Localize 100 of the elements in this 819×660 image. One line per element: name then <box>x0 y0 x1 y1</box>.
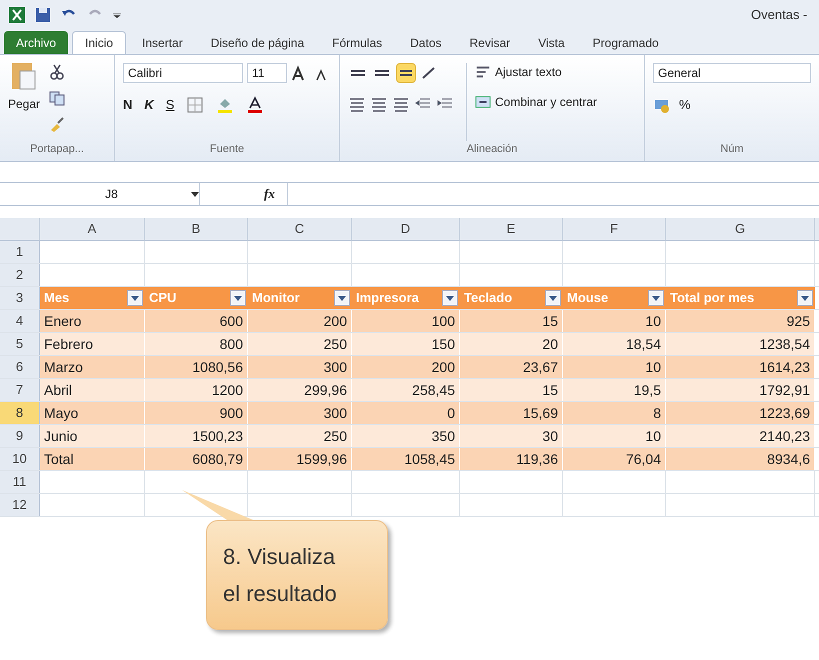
dropdown-caret-icon[interactable] <box>190 189 200 199</box>
table-cell: 200 <box>352 356 460 378</box>
table-cell: 299,96 <box>248 379 352 401</box>
ribbon-tab[interactable]: Inicio <box>72 31 126 54</box>
filter-dropdown-icon[interactable] <box>230 290 246 306</box>
table-cell: 200 <box>248 310 352 332</box>
merge-center-button[interactable]: Combinar y centrar <box>475 93 598 111</box>
ribbon-tab[interactable]: Vista <box>526 31 577 54</box>
wrap-text-icon <box>475 64 491 80</box>
ribbon-tab[interactable]: Datos <box>398 31 454 54</box>
table-cell: Total <box>40 448 145 470</box>
font-color-icon[interactable] <box>246 96 264 114</box>
column-header[interactable]: A <box>40 218 145 240</box>
ribbon-tab[interactable]: Programado <box>580 31 671 54</box>
filter-dropdown-icon[interactable] <box>797 290 813 306</box>
table-cell: 10 <box>563 356 666 378</box>
borders-icon[interactable] <box>186 96 204 114</box>
table-cell: Abril <box>40 379 145 401</box>
callout-text: 8. Visualiza <box>223 543 336 571</box>
file-tab[interactable]: Archivo <box>4 31 68 54</box>
table-cell: 8934,6 <box>666 448 815 470</box>
group-label: Portapap... <box>29 142 85 156</box>
group-label: Núm <box>719 142 745 156</box>
table-cell: 1058,45 <box>352 448 460 470</box>
row-header[interactable]: 9 <box>0 425 40 447</box>
column-header[interactable]: D <box>352 218 460 240</box>
row-header[interactable]: 7 <box>0 379 40 401</box>
row-header[interactable]: 11 <box>0 471 40 493</box>
font-size-field[interactable]: 11 <box>247 63 287 83</box>
column-header[interactable]: B <box>145 218 248 240</box>
row-header[interactable]: 2 <box>0 264 40 286</box>
table-cell: 800 <box>145 333 248 355</box>
wrap-text-button[interactable]: Ajustar texto <box>475 63 598 81</box>
italic-button[interactable]: K <box>144 95 154 114</box>
column-header[interactable]: C <box>248 218 352 240</box>
table-cell: 1500,23 <box>145 425 248 447</box>
row-header[interactable]: 10 <box>0 448 40 470</box>
spreadsheet-app-icon[interactable] <box>8 6 26 24</box>
table-cell: 1238,54 <box>666 333 815 355</box>
row-header[interactable]: 3 <box>0 287 40 309</box>
table-header-cell: Mes <box>40 287 145 309</box>
table-cell: 1599,96 <box>248 448 352 470</box>
number-format-field[interactable]: General <box>653 63 811 83</box>
column-header[interactable]: G <box>666 218 815 240</box>
ribbon-tab[interactable]: Revisar <box>458 31 522 54</box>
table-cell: 600 <box>145 310 248 332</box>
table-cell: 150 <box>352 333 460 355</box>
table-cell: 1614,23 <box>666 356 815 378</box>
filter-dropdown-icon[interactable] <box>334 290 350 306</box>
table-cell: 15,69 <box>460 402 563 424</box>
merge-cells-icon <box>475 94 491 110</box>
table-cell: Mayo <box>40 402 145 424</box>
table-cell: 23,67 <box>460 356 563 378</box>
vertical-align-button[interactable] <box>396 63 416 83</box>
table-cell: 10 <box>563 310 666 332</box>
table-cell: 925 <box>666 310 815 332</box>
column-header[interactable]: E <box>460 218 563 240</box>
callout-text: el resultado <box>223 580 338 608</box>
column-header[interactable]: F <box>563 218 666 240</box>
table-cell: 20 <box>460 333 563 355</box>
save-icon[interactable] <box>34 6 52 24</box>
table-header-cell: Teclado <box>460 287 563 309</box>
table-cell: 19,5 <box>563 379 666 401</box>
row-header[interactable]: 6 <box>0 356 40 378</box>
group-label: Alineación <box>466 142 518 156</box>
row-header[interactable]: 12 <box>0 494 40 516</box>
bold-button[interactable]: N <box>123 95 132 114</box>
row-header[interactable]: 5 <box>0 333 40 355</box>
table-header-cell: Impresora <box>352 287 460 309</box>
scissors-icon[interactable] <box>48 63 66 81</box>
table-cell: 1223,69 <box>666 402 815 424</box>
filter-dropdown-icon[interactable] <box>127 290 143 306</box>
table-cell: Febrero <box>40 333 145 355</box>
table-cell: 900 <box>145 402 248 424</box>
filter-dropdown-icon[interactable] <box>442 290 458 306</box>
table-cell: 15 <box>460 379 563 401</box>
table-cell: 30 <box>460 425 563 447</box>
window-title: Oventas - <box>751 6 808 24</box>
table-cell: 1792,91 <box>666 379 815 401</box>
ribbon-tab[interactable]: Insertar <box>130 31 195 54</box>
row-header[interactable]: 8 <box>0 402 40 424</box>
font-name-field[interactable]: Calibri <box>123 63 243 83</box>
row-header[interactable]: 1 <box>0 241 40 263</box>
table-cell: 76,04 <box>563 448 666 470</box>
table-cell: 100 <box>352 310 460 332</box>
function-button[interactable]: fx <box>264 184 287 204</box>
percent-button[interactable]: % <box>679 95 691 114</box>
table-cell: 10 <box>563 425 666 447</box>
table-cell: 18,54 <box>563 333 666 355</box>
paste-button[interactable]: Pegar <box>8 59 40 140</box>
filter-dropdown-icon[interactable] <box>545 290 561 306</box>
ribbon-tab[interactable]: Fórmulas <box>320 31 394 54</box>
filter-dropdown-icon[interactable] <box>648 290 664 306</box>
row-header[interactable]: 4 <box>0 310 40 332</box>
underline-button[interactable]: S <box>166 95 174 114</box>
table-cell: 0 <box>352 402 460 424</box>
ribbon-tab[interactable]: Diseño de página <box>198 31 316 54</box>
table-cell: Marzo <box>40 356 145 378</box>
copy-icon[interactable] <box>48 89 66 107</box>
table-cell: 1200 <box>145 379 248 401</box>
